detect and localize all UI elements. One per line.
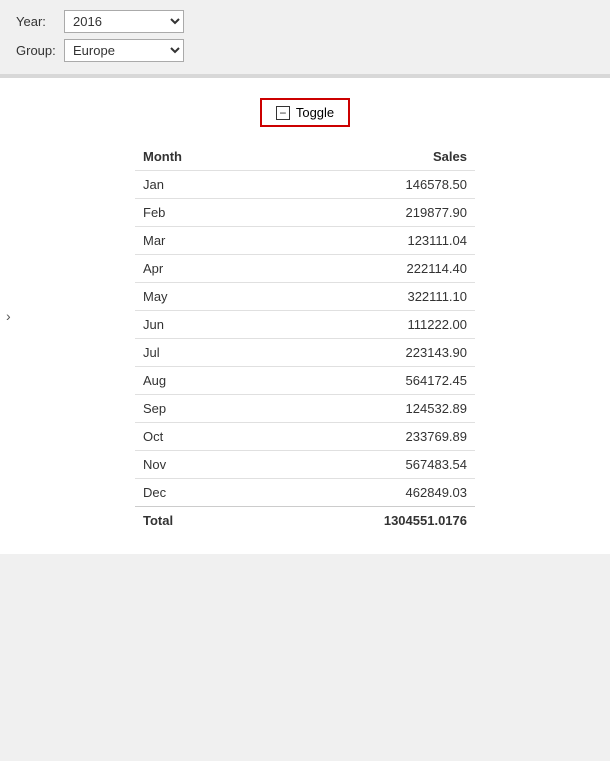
table-row: Jun111222.00 (135, 311, 475, 339)
table-row: Feb219877.90 (135, 199, 475, 227)
group-label: Group: (16, 43, 58, 58)
sales-cell: 462849.03 (256, 479, 475, 507)
table-row: Aug564172.45 (135, 367, 475, 395)
month-cell: Dec (135, 479, 256, 507)
group-row: Group: Europe Americas Asia Africa (16, 39, 594, 62)
table-row: Sep124532.89 (135, 395, 475, 423)
total-row: Total 1304551.0176 (135, 507, 475, 535)
month-cell: Jun (135, 311, 256, 339)
month-cell: Oct (135, 423, 256, 451)
month-cell: Nov (135, 451, 256, 479)
main-content: › Toggle Month Sales Jan146578.50Feb2198… (0, 78, 610, 554)
toggle-button[interactable]: Toggle (260, 98, 350, 127)
top-controls: Year: 2016 2014 2015 2017 2018 Group: Eu… (0, 0, 610, 74)
minus-box-icon (276, 106, 290, 120)
chevron-left-icon[interactable]: › (6, 308, 11, 324)
table-header-row: Month Sales (135, 143, 475, 171)
data-table: Month Sales Jan146578.50Feb219877.90Mar1… (135, 143, 475, 534)
year-row: Year: 2016 2014 2015 2017 2018 (16, 10, 594, 33)
month-cell: Jan (135, 171, 256, 199)
sales-cell: 123111.04 (256, 227, 475, 255)
table-row: Oct233769.89 (135, 423, 475, 451)
sales-cell: 322111.10 (256, 283, 475, 311)
month-col-header: Month (135, 143, 256, 171)
sales-cell: 223143.90 (256, 339, 475, 367)
table-row: Jan146578.50 (135, 171, 475, 199)
month-cell: Sep (135, 395, 256, 423)
sales-cell: 146578.50 (256, 171, 475, 199)
sales-cell: 111222.00 (256, 311, 475, 339)
sales-cell: 233769.89 (256, 423, 475, 451)
table-row: Apr222114.40 (135, 255, 475, 283)
year-select[interactable]: 2016 2014 2015 2017 2018 (64, 10, 184, 33)
sales-cell: 567483.54 (256, 451, 475, 479)
table-row: May322111.10 (135, 283, 475, 311)
sales-cell: 124532.89 (256, 395, 475, 423)
toggle-label: Toggle (296, 105, 334, 120)
month-cell: May (135, 283, 256, 311)
group-select[interactable]: Europe Americas Asia Africa (64, 39, 184, 62)
month-cell: Aug (135, 367, 256, 395)
year-label: Year: (16, 14, 58, 29)
sales-col-header: Sales (256, 143, 475, 171)
month-cell: Apr (135, 255, 256, 283)
total-label: Total (135, 507, 256, 535)
table-row: Dec462849.03 (135, 479, 475, 507)
sales-cell: 222114.40 (256, 255, 475, 283)
sales-cell: 564172.45 (256, 367, 475, 395)
month-cell: Feb (135, 199, 256, 227)
table-row: Jul223143.90 (135, 339, 475, 367)
table-row: Mar123111.04 (135, 227, 475, 255)
month-cell: Mar (135, 227, 256, 255)
total-value: 1304551.0176 (256, 507, 475, 535)
sales-cell: 219877.90 (256, 199, 475, 227)
month-cell: Jul (135, 339, 256, 367)
table-row: Nov567483.54 (135, 451, 475, 479)
